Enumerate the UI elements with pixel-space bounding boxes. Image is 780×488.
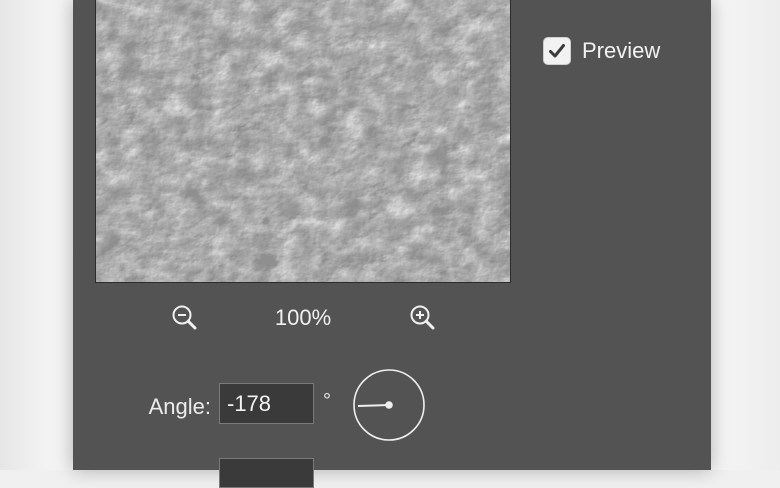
secondary-input-field[interactable] <box>219 458 314 488</box>
preview-label: Preview <box>582 38 661 63</box>
degree-symbol: ° <box>323 390 331 412</box>
checkmark-icon <box>549 44 565 58</box>
angle-input[interactable] <box>219 383 314 424</box>
zoom-in-icon[interactable] <box>408 303 438 333</box>
preview-checkbox[interactable]: Preview <box>543 37 660 65</box>
preview-image[interactable] <box>95 0 511 283</box>
preview-checkbox-box[interactable] <box>543 37 571 65</box>
angle-label: Angle: <box>148 394 211 419</box>
zoom-out-icon[interactable] <box>170 303 200 333</box>
filter-dialog: 100% Preview Angle: ° <box>73 0 711 488</box>
zoom-level: 100% <box>274 305 332 330</box>
preview-texture <box>96 0 510 282</box>
angle-dial-icon[interactable] <box>352 368 426 442</box>
